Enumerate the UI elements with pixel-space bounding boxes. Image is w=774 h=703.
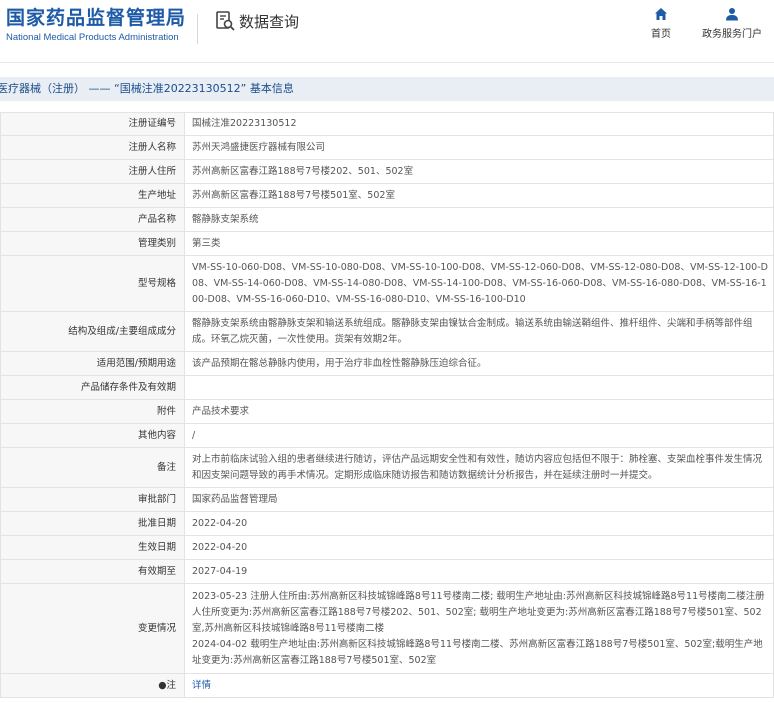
details-link[interactable]: 详情 <box>192 680 211 691</box>
table-row: 生效日期 2022-04-20 <box>0 535 774 560</box>
field-label: 注册证编号 <box>0 112 185 136</box>
field-label: 注册人住所 <box>0 159 185 184</box>
logo-title-en: National Medical Products Administration <box>6 32 179 43</box>
nav-home[interactable]: 首页 <box>646 7 676 40</box>
person-icon <box>726 8 738 21</box>
field-value: 苏州高新区富春江路188号7号楼501室、502室 <box>184 183 774 208</box>
field-label: 备注 <box>0 447 185 488</box>
field-label: 注册人名称 <box>0 135 185 160</box>
home-icon <box>655 8 667 20</box>
field-value: 国家药品监督管理局 <box>184 487 774 512</box>
field-label: 附件 <box>0 399 185 424</box>
field-label: 管理类别 <box>0 231 185 256</box>
field-value: 产品技术要求 <box>184 399 774 424</box>
field-label: 生效日期 <box>0 535 185 560</box>
field-value <box>184 375 774 400</box>
site-logo[interactable]: 国家药品监督管理局 National Medical Products Admi… <box>6 6 186 44</box>
table-row: 适用范围/预期用途 该产品预期在髂总静脉内使用，用于治疗非血栓性髂静脉压迫综合征… <box>0 351 774 376</box>
detail-table: 注册证编号 国械注准20223130512 注册人名称 苏州天鸿盛捷医疗器械有限… <box>0 112 774 698</box>
field-label: 变更情况 <box>0 583 185 674</box>
table-row: 备注 对上市前临床试验入组的患者继续进行随访，评估产品远期安全性和有效性，随访内… <box>0 447 774 488</box>
table-row: 结构及组成/主要组成成分 髂静脉支架系统由髂静脉支架和输送系统组成。髂静脉支架由… <box>0 311 774 352</box>
site-header: 国家药品监督管理局 National Medical Products Admi… <box>0 0 774 63</box>
nav-home-label: 首页 <box>651 29 671 40</box>
field-label: 结构及组成/主要组成成分 <box>0 311 185 352</box>
table-row: 注册证编号 国械注准20223130512 <box>0 112 774 136</box>
data-query-title[interactable]: 数据查询 <box>214 10 299 32</box>
field-value: VM-SS-10-060-D08、VM-SS-10-080-D08、VM-SS-… <box>184 255 774 312</box>
note-label: ●注 <box>0 673 185 698</box>
field-value: 髂静脉支架系统 <box>184 207 774 232</box>
change-history-value: 2023-05-23 注册人住所由:苏州高新区科技城锦峰路8号11号楼南二楼; … <box>184 583 774 674</box>
nav-service-portal[interactable]: 政务服务门户 <box>700 7 764 40</box>
table-row: 生产地址 苏州高新区富春江路188号7号楼501室、502室 <box>0 183 774 208</box>
logo-title-cn: 国家药品监督管理局 <box>6 7 187 29</box>
table-row: 产品储存条件及有效期 <box>0 375 774 400</box>
field-value: 苏州高新区富春江路188号7号楼202、501、502室 <box>184 159 774 184</box>
table-row: 其他内容 / <box>0 423 774 448</box>
header-divider <box>197 14 198 44</box>
field-value: 2022-04-20 <box>184 535 774 560</box>
table-row: 产品名称 髂静脉支架系统 <box>0 207 774 232</box>
field-value: 2027-04-19 <box>184 559 774 584</box>
field-label: 有效期至 <box>0 559 185 584</box>
table-row: 审批部门 国家药品监督管理局 <box>0 487 774 512</box>
table-row: 注册人住所 苏州高新区富春江路188号7号楼202、501、502室 <box>0 159 774 184</box>
note-value: 详情 <box>184 673 774 698</box>
field-value: 该产品预期在髂总静脉内使用，用于治疗非血栓性髂静脉压迫综合征。 <box>184 351 774 376</box>
table-row: 管理类别 第三类 <box>0 231 774 256</box>
document-search-icon <box>216 11 235 31</box>
breadcrumb: 医疗器械（注册） —— “国械注准20223130512” 基本信息 <box>0 77 774 101</box>
field-label: 产品名称 <box>0 207 185 232</box>
field-label: 产品储存条件及有效期 <box>0 375 185 400</box>
field-value: 苏州天鸿盛捷医疗器械有限公司 <box>184 135 774 160</box>
field-value: 国械注准20223130512 <box>184 112 774 136</box>
table-row: 有效期至 2027-04-19 <box>0 559 774 584</box>
field-label: 型号规格 <box>0 255 185 312</box>
table-row: 注册人名称 苏州天鸿盛捷医疗器械有限公司 <box>0 135 774 160</box>
nav-portal-label: 政务服务门户 <box>702 29 762 40</box>
field-value: 第三类 <box>184 231 774 256</box>
field-value: / <box>184 423 774 448</box>
field-label: 批准日期 <box>0 511 185 536</box>
change-entry: 2024-04-02 载明生产地址由:苏州高新区科技城锦峰路8号11号楼南二楼、… <box>192 638 763 666</box>
breadcrumb-text: 医疗器械（注册） —— “国械注准20223130512” 基本信息 <box>0 82 294 95</box>
table-row: 批准日期 2022-04-20 <box>0 511 774 536</box>
change-entry: 2023-05-23 注册人住所由:苏州高新区科技城锦峰路8号11号楼南二楼; … <box>192 590 765 634</box>
table-row: 附件 产品技术要求 <box>0 399 774 424</box>
field-value: 2022-04-20 <box>184 511 774 536</box>
field-label: 审批部门 <box>0 487 185 512</box>
data-query-label: 数据查询 <box>239 12 300 31</box>
field-label: 生产地址 <box>0 183 185 208</box>
field-value: 对上市前临床试验入组的患者继续进行随访，评估产品远期安全性和有效性，随访内容应包… <box>184 447 774 488</box>
field-label: 适用范围/预期用途 <box>0 351 185 376</box>
field-label: 其他内容 <box>0 423 185 448</box>
table-row: 型号规格 VM-SS-10-060-D08、VM-SS-10-080-D08、V… <box>0 255 774 312</box>
table-row-change-history: 变更情况 2023-05-23 注册人住所由:苏州高新区科技城锦峰路8号11号楼… <box>0 583 774 674</box>
field-value: 髂静脉支架系统由髂静脉支架和输送系统组成。髂静脉支架由镍钛合金制成。输送系统由输… <box>184 311 774 352</box>
note-label-text: 注 <box>166 679 176 691</box>
table-row-note: ●注 详情 <box>0 673 774 698</box>
